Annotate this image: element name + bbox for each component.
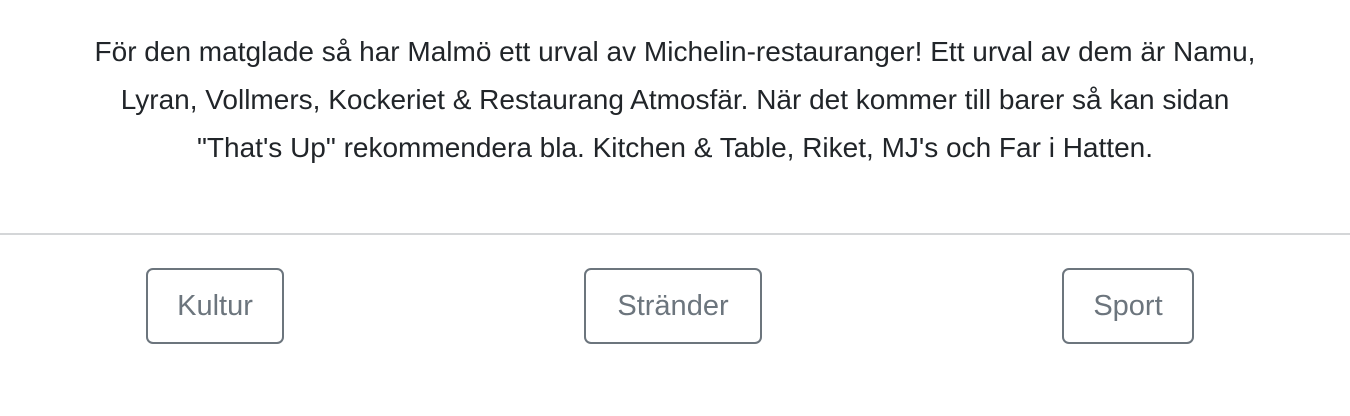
kultur-button[interactable]: Kultur — [146, 268, 284, 344]
strander-button[interactable]: Stränder — [584, 268, 762, 344]
section-divider — [0, 233, 1350, 235]
intro-line-3: "That's Up" rekommendera bla. Kitchen & … — [196, 132, 1153, 163]
intro-paragraph: För den matglade så har Malmö ett urval … — [0, 28, 1350, 172]
sport-button[interactable]: Sport — [1062, 268, 1194, 344]
intro-line-1: För den matglade så har Malmö ett urval … — [94, 36, 1256, 67]
intro-line-2: Lyran, Vollmers, Kockeriet & Restaurang … — [120, 84, 1230, 115]
